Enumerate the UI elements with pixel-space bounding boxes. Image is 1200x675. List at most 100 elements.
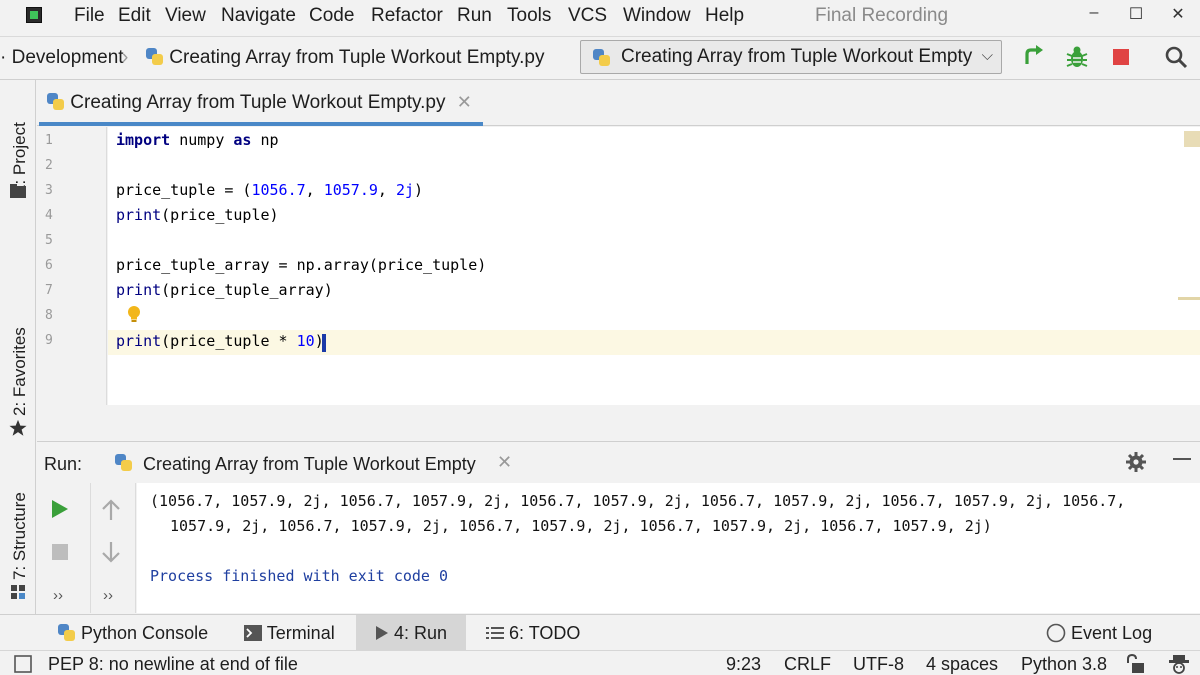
menu-code[interactable]: Code [309,5,354,27]
rerun-icon[interactable] [1020,44,1046,70]
toggle-tool-windows-icon[interactable] [14,655,32,673]
scrollbar-marker[interactable] [1178,297,1200,300]
python-file-icon [47,93,65,111]
close-button[interactable]: ✕ [1166,4,1190,24]
minimize-button[interactable]: – [1082,4,1106,22]
inspector-icon[interactable] [1168,653,1190,675]
list-icon [486,627,504,639]
text-caret [322,334,326,352]
terminal-label: Terminal [266,623,335,643]
hide-panel-icon[interactable] [1171,448,1193,470]
code-line-4: print(price_tuple) [116,206,279,224]
indent-setting[interactable]: 4 spaces [926,654,998,675]
run-side-toolbar-2: ›› [92,483,136,613]
scrollbar-marker[interactable] [1184,131,1200,147]
run-tool-tab-label: 4: Run [394,623,448,643]
breadcrumb-file[interactable]: Creating Array from Tuple Workout Empty.… [146,47,545,69]
breadcrumb-project-text: Development [11,47,124,68]
line-number: 6 [45,258,53,273]
lightbulb-icon[interactable] [127,306,141,323]
menu-run[interactable]: Run [457,5,492,27]
run-icon[interactable] [51,499,69,519]
python-console-tab[interactable]: Python Console [58,623,208,644]
arrow-up-icon[interactable] [101,499,121,521]
todo-tab[interactable]: 6: TODO [486,623,580,644]
structure-tool-tab[interactable]: 7: Structure [10,492,30,580]
menu-help[interactable]: Help [705,5,744,27]
breadcrumb-project[interactable]: · Development [0,47,124,69]
close-tab-icon[interactable]: ✕ [457,92,472,112]
line-number: 3 [45,183,53,198]
menu-edit[interactable]: Edit [118,5,151,27]
python-interpreter[interactable]: Python 3.8 [1021,654,1107,675]
stop-icon[interactable] [51,543,69,561]
breadcrumb-file-label: Creating Array from Tuple Workout Empty.… [169,47,545,68]
breadcrumb-separator: › [122,47,129,68]
arrow-down-icon[interactable] [101,541,121,563]
more-icon[interactable]: ›› [103,587,113,604]
python-file-icon [146,48,164,66]
chevron-down-icon: ⌵ [981,47,993,64]
run-panel-header: Run: Creating Array from Tuple Workout E… [37,441,1200,483]
more-icon[interactable]: ›› [53,587,63,604]
menu-tools[interactable]: Tools [507,5,551,27]
editor-tab-label: Creating Array from Tuple Workout Empty.… [70,92,446,113]
active-tab-indicator [39,122,483,126]
code-line-3: price_tuple = (1056.7, 1057.9, 2j) [116,181,424,199]
gear-icon[interactable] [1125,451,1147,473]
left-tool-strip: 1: Project 2: Favorites 7: Structure [0,80,36,615]
menu-file[interactable]: File [74,5,105,27]
tool-window-tabs: Python Console Terminal 4: Run 6: TODO E… [0,614,1200,651]
status-message[interactable]: PEP 8: no newline at end of file [48,654,298,675]
menu-view[interactable]: View [165,5,206,27]
line-number: 1 [45,133,53,148]
search-icon[interactable] [1163,44,1189,70]
terminal-tab[interactable]: Terminal [244,623,335,644]
structure-icon [11,585,25,599]
python-console-label: Python Console [81,623,209,643]
run-tool-tab[interactable]: 4: Run [375,623,447,644]
caret-position[interactable]: 9:23 [726,654,761,675]
run-tab-label[interactable]: Creating Array from Tuple Workout Empty [143,454,476,475]
line-separator[interactable]: CRLF [784,654,831,675]
python-icon [593,49,611,67]
app-icon [26,7,42,23]
lock-icon[interactable] [1126,654,1146,674]
python-icon [115,454,133,472]
code-line-6: price_tuple_array = np.array(price_tuple… [116,256,487,274]
line-number: 4 [45,208,53,223]
maximize-button[interactable]: ☐ [1124,4,1148,24]
menu-vcs[interactable]: VCS [568,5,607,27]
event-log-label: Event Log [1071,623,1153,643]
editor-tab-bar: Creating Array from Tuple Workout Empty.… [37,80,1200,126]
favorites-tool-tab[interactable]: 2: Favorites [10,327,30,416]
code-line-9: print(price_tuple * 10) [116,332,324,350]
file-encoding[interactable]: UTF-8 [853,654,904,675]
terminal-icon [244,625,262,641]
run-configuration-select[interactable]: Creating Array from Tuple Workout Empty … [580,40,1002,74]
code-line-1: import numpy as np [116,131,279,149]
console-output-line: (1056.7, 1057.9, 2j, 1056.7, 1057.9, 2j,… [150,492,1126,510]
run-configuration-label: Creating Array from Tuple Workout Empty [621,46,973,67]
stop-icon[interactable] [1108,44,1134,70]
console-output[interactable]: (1056.7, 1057.9, 2j, 1056.7, 1057.9, 2j,… [137,483,1200,613]
line-number: 9 [45,333,53,348]
event-log-icon [1046,623,1066,643]
menu-navigate[interactable]: Navigate [221,5,296,27]
star-icon [9,419,27,436]
close-tab-icon[interactable]: ✕ [497,452,512,473]
event-log-tab[interactable]: Event Log [1046,623,1152,644]
run-icon [376,626,388,640]
line-number: 2 [45,158,53,173]
exit-message: Process finished with exit code 0 [150,567,449,585]
status-bar: PEP 8: no newline at end of file 9:23 CR… [0,650,1200,675]
line-number: 8 [45,308,53,323]
debug-icon[interactable] [1064,44,1090,70]
menu-window[interactable]: Window [623,5,691,27]
folder-icon [10,184,26,198]
editor-tab[interactable]: Creating Array from Tuple Workout Empty.… [47,92,480,126]
run-side-toolbar: ›› [37,483,91,613]
menu-bar: File Edit View Navigate Code Refactor Ru… [0,0,1200,32]
code-line-7: print(price_tuple_array) [116,281,333,299]
menu-refactor[interactable]: Refactor [371,5,443,27]
